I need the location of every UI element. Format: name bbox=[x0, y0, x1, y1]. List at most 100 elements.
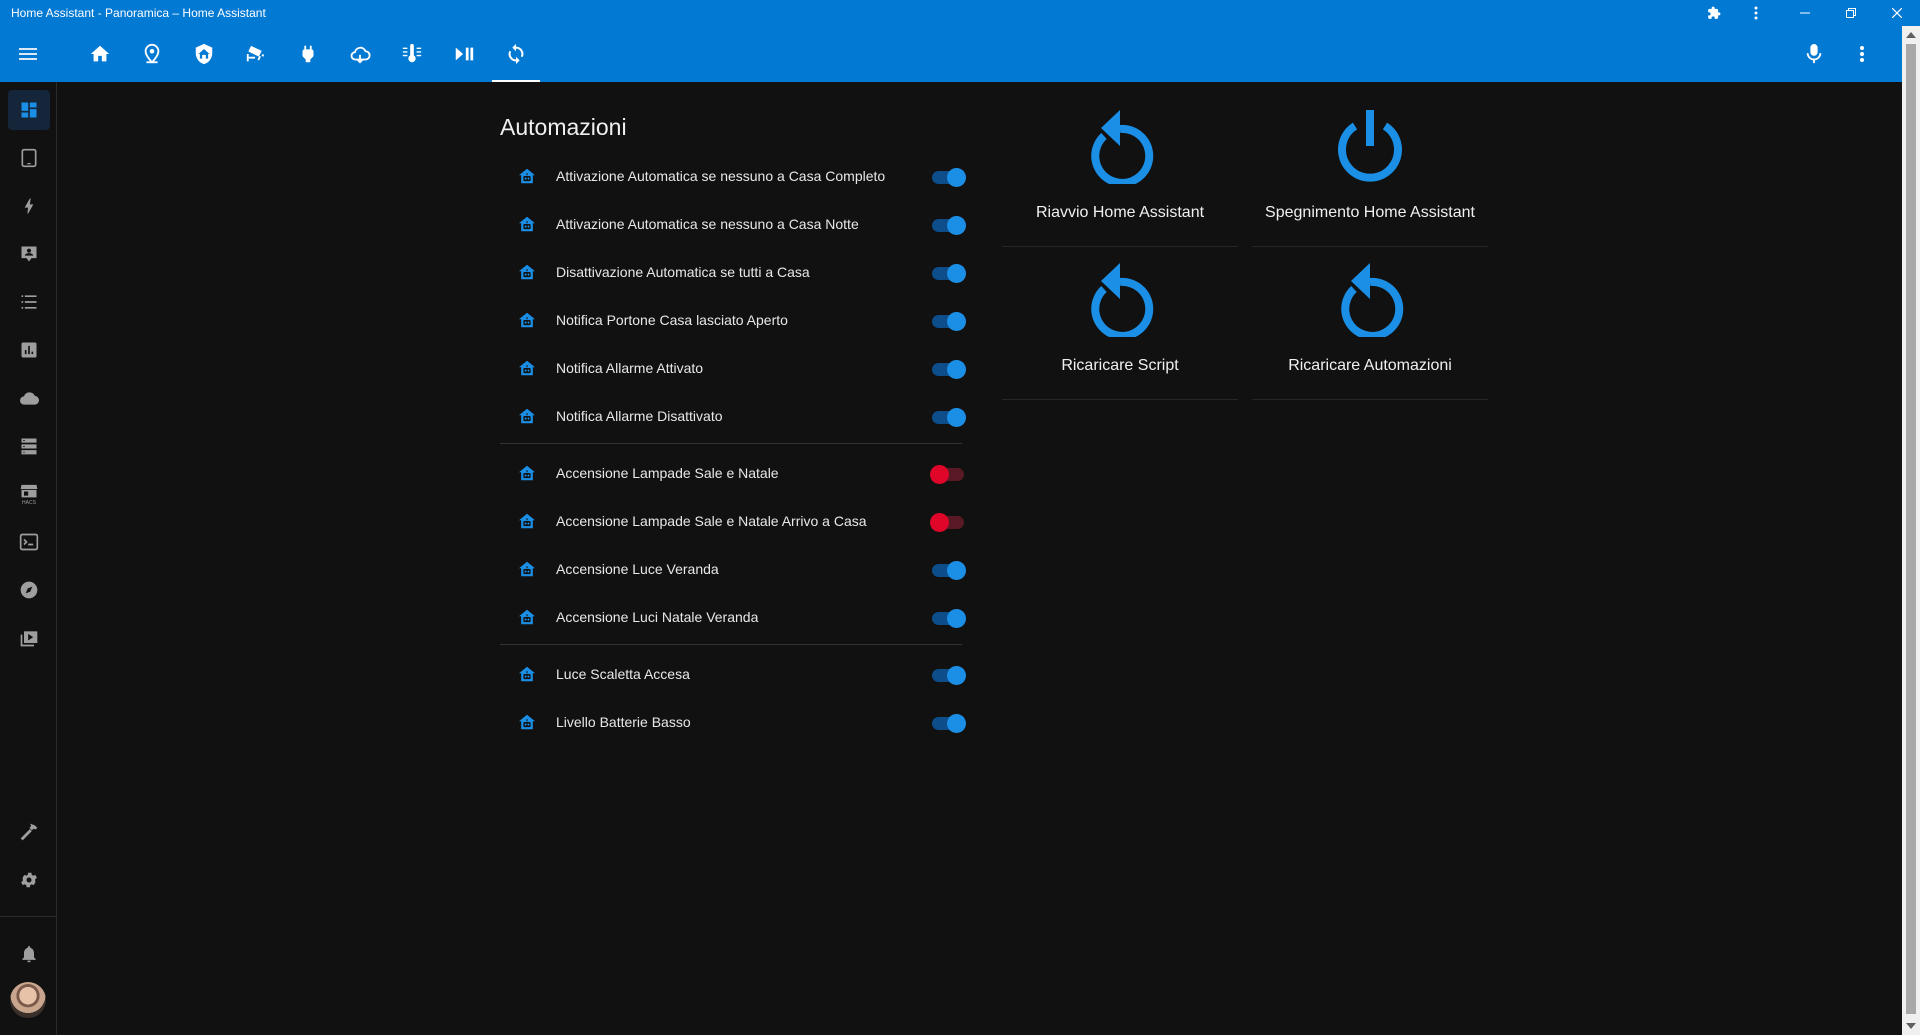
automation-row[interactable]: Notifica Portone Casa lasciato Aperto bbox=[500, 297, 970, 345]
automation-toggle[interactable] bbox=[930, 513, 966, 532]
automation-label: Notifica Allarme Disattivato bbox=[556, 408, 723, 424]
automation-row[interactable]: Attivazione Automatica se nessuno a Casa… bbox=[500, 153, 970, 201]
weather-cloud-icon bbox=[350, 46, 371, 64]
automation-row[interactable]: Notifica Allarme Attivato bbox=[500, 345, 970, 393]
close-icon[interactable] bbox=[1877, 0, 1917, 26]
button-label: Riavvio Home Assistant bbox=[1035, 204, 1205, 221]
automation-toggle[interactable] bbox=[930, 666, 966, 685]
sidebar-item-tablet[interactable] bbox=[8, 138, 50, 178]
automation-group-divider bbox=[500, 644, 962, 645]
robot-home-icon bbox=[518, 264, 536, 280]
scrollbar[interactable] bbox=[1902, 26, 1920, 1035]
hacs-icon: HACS bbox=[20, 484, 38, 505]
toggle-knob bbox=[947, 360, 966, 379]
toggle-knob bbox=[947, 714, 966, 733]
sidebar-item-logbook[interactable] bbox=[8, 234, 50, 274]
automation-row[interactable]: Livello Batterie Basso bbox=[500, 699, 970, 747]
automation-row[interactable]: Accensione Luce Veranda bbox=[500, 546, 970, 594]
avatar[interactable] bbox=[10, 982, 46, 1018]
play-pause-icon bbox=[455, 47, 474, 61]
microphone-icon[interactable] bbox=[1798, 38, 1830, 70]
automation-row[interactable]: Luce Scaletta Accesa bbox=[500, 651, 970, 699]
window-title: Home Assistant - Panoramica – Home Assis… bbox=[11, 6, 266, 20]
bell-icon bbox=[22, 946, 36, 963]
automation-row[interactable]: Disattivazione Automatica se tutti a Cas… bbox=[500, 249, 970, 297]
menu-icon[interactable] bbox=[10, 38, 46, 70]
automation-label: Accensione Luci Natale Veranda bbox=[556, 609, 759, 625]
tab-map[interactable] bbox=[128, 26, 176, 82]
tab-home[interactable] bbox=[76, 26, 124, 82]
robot-home-icon bbox=[518, 360, 536, 376]
shutdown-button[interactable]: Spegnimento Home Assistant bbox=[1252, 100, 1488, 247]
sidebar-item-energy[interactable] bbox=[8, 186, 50, 226]
tab-power[interactable] bbox=[284, 26, 332, 82]
scroll-up-arrow[interactable] bbox=[1906, 32, 1916, 38]
sidebar-item-terminal[interactable] bbox=[8, 522, 50, 562]
automation-row[interactable]: Accensione Lampade Sale e Natale bbox=[500, 450, 970, 498]
automation-toggle[interactable] bbox=[930, 714, 966, 733]
automation-toggle[interactable] bbox=[930, 408, 966, 427]
button-label: Ricaricare Automazioni bbox=[1288, 357, 1452, 374]
toggle-knob bbox=[947, 168, 966, 187]
automation-toggle[interactable] bbox=[930, 561, 966, 580]
play-box-icon bbox=[20, 631, 38, 647]
automation-label: Livello Batterie Basso bbox=[556, 714, 691, 730]
scrollbar-thumb[interactable] bbox=[1906, 44, 1916, 1014]
reload-scripts-button[interactable]: Ricaricare Script bbox=[1002, 253, 1238, 400]
tab-cameras[interactable] bbox=[232, 26, 280, 82]
refresh-icon bbox=[508, 43, 524, 65]
automation-toggle[interactable] bbox=[930, 216, 966, 235]
tab-media[interactable] bbox=[440, 26, 488, 82]
sidebar-item-notifications[interactable] bbox=[8, 934, 50, 974]
cctv-icon bbox=[246, 45, 265, 62]
format-list-icon bbox=[21, 295, 37, 309]
tab-system[interactable] bbox=[492, 26, 540, 82]
sidebar-item-developer-tools[interactable] bbox=[8, 812, 50, 852]
sidebar-item-server[interactable] bbox=[8, 426, 50, 466]
power-icon bbox=[1332, 100, 1408, 184]
automation-toggle[interactable] bbox=[930, 264, 966, 283]
svg-text:HACS: HACS bbox=[22, 500, 37, 505]
automations-card: Automazioni Attivazione Automatica se ne… bbox=[488, 100, 974, 760]
tab-climate[interactable] bbox=[388, 26, 436, 82]
robot-home-icon bbox=[518, 465, 536, 481]
scroll-down-arrow[interactable] bbox=[1906, 1023, 1916, 1029]
extension-icon[interactable] bbox=[1694, 0, 1734, 26]
sidebar-item-list[interactable] bbox=[8, 282, 50, 322]
tab-weather[interactable] bbox=[336, 26, 384, 82]
sidebar-item-hacs[interactable]: HACS bbox=[8, 474, 50, 514]
minimize-icon[interactable] bbox=[1785, 0, 1825, 26]
tab-security[interactable] bbox=[180, 26, 228, 82]
toggle-knob bbox=[947, 408, 966, 427]
toggle-knob bbox=[930, 513, 949, 532]
more-vert-icon[interactable] bbox=[1846, 38, 1878, 70]
automation-toggle[interactable] bbox=[930, 609, 966, 628]
restart-button[interactable]: Riavvio Home Assistant bbox=[1002, 100, 1238, 247]
toggle-knob bbox=[930, 465, 949, 484]
sidebar-item-overview[interactable] bbox=[8, 90, 50, 130]
sidebar-item-cloud[interactable] bbox=[8, 378, 50, 418]
automation-row[interactable]: Accensione Lampade Sale e Natale Arrivo … bbox=[500, 498, 970, 546]
shield-home-icon bbox=[195, 43, 213, 65]
automation-toggle[interactable] bbox=[930, 168, 966, 187]
reload-automations-button[interactable]: Ricaricare Automazioni bbox=[1252, 253, 1488, 400]
map-marker-icon bbox=[144, 43, 160, 64]
sidebar-item-explore[interactable] bbox=[8, 570, 50, 610]
sidebar-item-history[interactable] bbox=[8, 330, 50, 370]
automation-row[interactable]: Attivazione Automatica se nessuno a Casa… bbox=[500, 201, 970, 249]
automation-label: Accensione Luce Veranda bbox=[556, 561, 719, 577]
sidebar-item-media[interactable] bbox=[8, 618, 50, 658]
automation-row[interactable]: Notifica Allarme Disattivato bbox=[500, 393, 970, 441]
automation-toggle[interactable] bbox=[930, 312, 966, 331]
account-box-icon bbox=[21, 246, 37, 262]
automation-row[interactable]: Accensione Luci Natale Veranda bbox=[500, 594, 970, 642]
sidebar: HACS bbox=[0, 82, 57, 1035]
automation-toggle[interactable] bbox=[930, 465, 966, 484]
robot-home-icon bbox=[518, 513, 536, 529]
sidebar-item-settings[interactable] bbox=[8, 860, 50, 900]
restore-icon[interactable] bbox=[1831, 0, 1871, 26]
automation-toggle[interactable] bbox=[930, 360, 966, 379]
automation-label: Luce Scaletta Accesa bbox=[556, 666, 690, 682]
more-vert-icon[interactable] bbox=[1736, 0, 1776, 26]
toggle-knob bbox=[947, 561, 966, 580]
